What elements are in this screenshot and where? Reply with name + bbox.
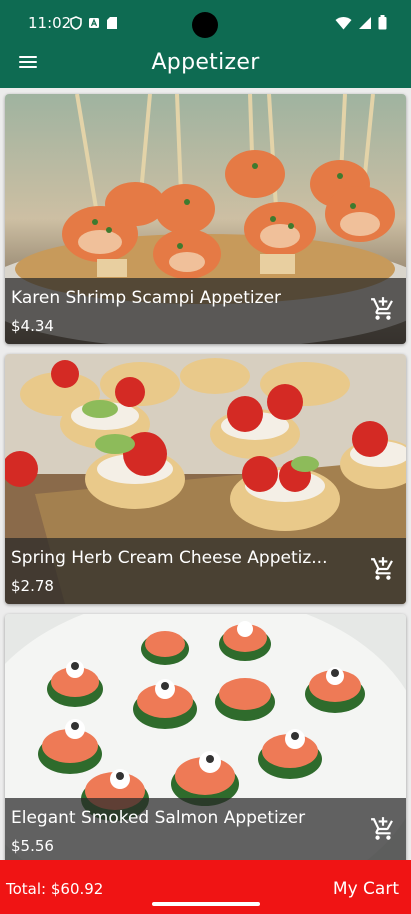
shield-icon bbox=[70, 16, 82, 30]
product-name: Karen Shrimp Scampi Appetizer bbox=[11, 288, 282, 308]
battery-icon bbox=[378, 15, 387, 30]
my-cart-button[interactable]: My Cart bbox=[333, 879, 399, 899]
status-right-icons bbox=[335, 15, 387, 30]
add-shopping-cart-icon[interactable] bbox=[370, 556, 396, 582]
status-time: 11:02 bbox=[28, 14, 72, 32]
font-icon bbox=[89, 18, 99, 28]
product-card[interactable]: Spring Herb Cream Cheese Appetiz... $2.7… bbox=[5, 354, 406, 604]
card-overlay: Elegant Smoked Salmon Appetizer $5.56 bbox=[5, 798, 406, 860]
status-left-icons bbox=[70, 16, 118, 30]
product-price: $2.78 bbox=[11, 577, 54, 595]
sd-card-icon bbox=[107, 17, 117, 29]
gesture-nav-handle[interactable] bbox=[152, 902, 260, 906]
card-overlay: Karen Shrimp Scampi Appetizer $4.34 bbox=[5, 278, 406, 344]
product-price: $4.34 bbox=[11, 317, 54, 335]
page-title: Appetizer bbox=[151, 50, 260, 75]
cart-summary-bar: Total: $60.92 My Cart bbox=[0, 860, 411, 914]
product-name: Spring Herb Cream Cheese Appetiz... bbox=[11, 548, 328, 568]
add-shopping-cart-icon[interactable] bbox=[370, 816, 396, 842]
status-bar: 11:02 bbox=[0, 0, 411, 50]
front-camera bbox=[192, 12, 218, 38]
product-card[interactable]: Elegant Smoked Salmon Appetizer $5.56 bbox=[5, 614, 406, 860]
app-bar: Appetizer bbox=[0, 50, 411, 88]
product-card[interactable]: Karen Shrimp Scampi Appetizer $4.34 bbox=[5, 94, 406, 344]
card-overlay: Spring Herb Cream Cheese Appetiz... $2.7… bbox=[5, 538, 406, 604]
signal-icon bbox=[359, 16, 371, 29]
appetizer-list[interactable]: Karen Shrimp Scampi Appetizer $4.34 Spri… bbox=[0, 90, 411, 860]
product-name: Elegant Smoked Salmon Appetizer bbox=[11, 808, 306, 828]
cart-total: Total: $60.92 bbox=[6, 880, 104, 898]
product-price: $5.56 bbox=[11, 837, 54, 855]
top-bar: 11:02 Appetizer bbox=[0, 0, 411, 88]
wifi-icon bbox=[335, 16, 352, 29]
add-shopping-cart-icon[interactable] bbox=[370, 296, 396, 322]
